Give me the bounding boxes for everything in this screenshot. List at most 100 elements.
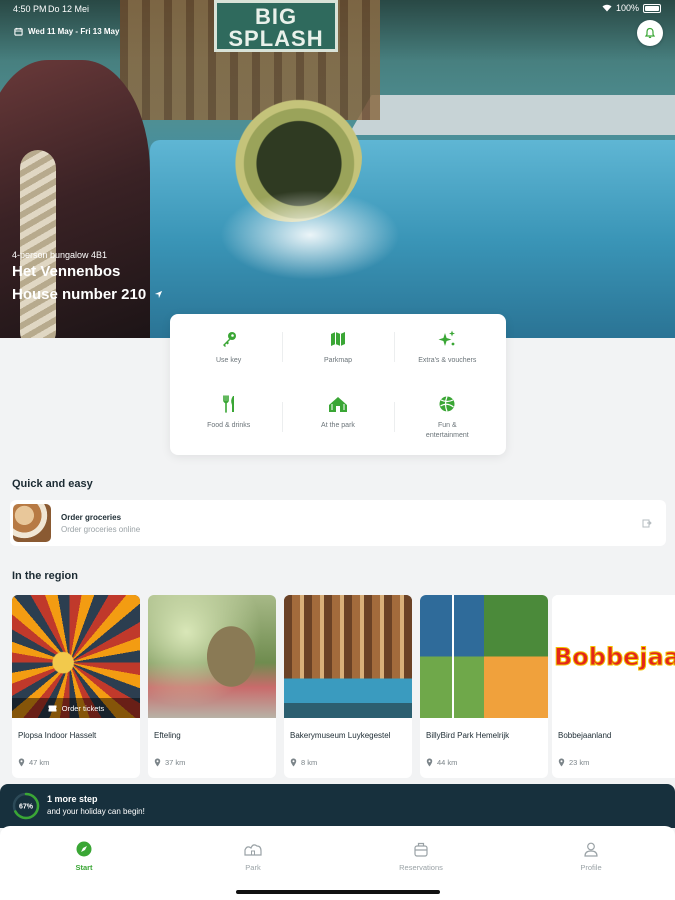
region-title: In the region bbox=[12, 570, 78, 582]
ticket-icon bbox=[48, 705, 57, 711]
region-card-name: Bakerymuseum Luykegestel bbox=[290, 731, 391, 740]
splash-shape bbox=[220, 190, 400, 280]
battery-icon bbox=[643, 3, 661, 13]
notifications-button[interactable] bbox=[637, 20, 663, 46]
key-icon bbox=[222, 332, 236, 347]
navigate-arrow-icon bbox=[155, 290, 163, 299]
region-card-distance: 44 km bbox=[420, 758, 548, 767]
distance-value: 23 km bbox=[569, 758, 590, 767]
region-card-distance: 47 km bbox=[12, 758, 140, 767]
action-fun-entertainment[interactable]: Fun & entertainment bbox=[393, 385, 502, 450]
checkin-progress-banner[interactable]: 67% 1 more step and your holiday can beg… bbox=[0, 784, 675, 828]
location-pin-icon bbox=[154, 758, 161, 767]
action-label: Use key bbox=[216, 357, 242, 364]
action-label: Parkmap bbox=[323, 357, 352, 364]
action-food-drinks[interactable]: Food & drinks bbox=[174, 385, 283, 450]
stay-dates-label: Wed 11 May - Fri 13 May bbox=[28, 27, 120, 36]
cutlery-icon bbox=[222, 394, 234, 413]
tab-label: Park bbox=[245, 863, 261, 872]
status-right: 100% bbox=[602, 3, 661, 13]
map-icon bbox=[330, 332, 345, 346]
action-label: Fun & entertainment bbox=[425, 421, 469, 439]
action-at-the-park[interactable]: At the park bbox=[283, 385, 392, 450]
house-number: House number 210 bbox=[12, 286, 147, 303]
region-card-bakerymuseum[interactable]: Bakerymuseum Luykegestel 8 km bbox=[284, 595, 412, 778]
region-card-name: Efteling bbox=[154, 731, 181, 740]
action-label: Extra's & vouchers bbox=[418, 357, 477, 364]
region-card-name: Plopsa Indoor Hasselt bbox=[18, 731, 97, 740]
region-carousel[interactable]: Order tickets Plopsa Indoor Hasselt 47 k… bbox=[12, 595, 675, 780]
tab-park[interactable]: Park bbox=[213, 840, 293, 872]
region-card-distance: 23 km bbox=[552, 758, 675, 767]
tab-label: Start bbox=[75, 863, 93, 872]
groceries-thumbnail bbox=[13, 504, 51, 542]
distance-value: 47 km bbox=[29, 758, 50, 767]
action-label: At the park bbox=[321, 421, 355, 429]
sparkle-icon bbox=[438, 330, 456, 346]
accommodation-info: 4-person bungalow 4B1 Het Vennenbos Hous… bbox=[12, 250, 163, 303]
order-tickets-chip[interactable]: Order tickets bbox=[12, 698, 140, 718]
status-time: 4:50 PM bbox=[13, 4, 47, 14]
region-card-billybird[interactable]: BillyBird Park Hemelrijk 44 km bbox=[420, 595, 548, 778]
location-pin-icon bbox=[18, 758, 25, 767]
quick-easy-title: Quick and easy bbox=[12, 478, 93, 490]
region-card-efteling[interactable]: Efteling 37 km bbox=[148, 595, 276, 778]
progress-subtitle: and your holiday can begin! bbox=[47, 807, 145, 816]
battery-percent: 100% bbox=[615, 3, 639, 13]
tab-reservations[interactable]: Reservations bbox=[381, 840, 461, 872]
efteling-image bbox=[148, 595, 276, 718]
plopsa-image: Order tickets bbox=[12, 595, 140, 718]
distance-value: 8 km bbox=[301, 758, 318, 767]
compass-icon bbox=[76, 841, 92, 857]
bottom-tab-bar: Start Park Reservations Profile bbox=[0, 826, 675, 900]
external-link-icon bbox=[642, 519, 652, 528]
house-number-link[interactable]: House number 210 bbox=[12, 286, 163, 303]
bobbejaanland-image: Bobbejaanland bbox=[552, 595, 675, 718]
tab-label: Profile bbox=[580, 863, 602, 872]
groceries-title: Order groceries bbox=[61, 512, 122, 522]
progress-title: 1 more step bbox=[47, 794, 98, 804]
region-card-bobbejaanland[interactable]: Bobbejaanland Bobbejaanland 23 km bbox=[552, 595, 675, 778]
order-tickets-label: Order tickets bbox=[61, 703, 105, 713]
home-indicator[interactable] bbox=[236, 890, 440, 894]
action-parkmap[interactable]: Parkmap bbox=[283, 320, 392, 385]
distance-value: 37 km bbox=[165, 758, 186, 767]
rope-shape bbox=[20, 150, 56, 338]
distance-value: 44 km bbox=[437, 758, 458, 767]
beach-ball-icon bbox=[439, 395, 455, 412]
park-icon bbox=[244, 844, 262, 856]
bakerymuseum-image bbox=[284, 595, 412, 718]
region-card-distance: 8 km bbox=[284, 758, 412, 767]
status-date: Do 12 Mei bbox=[48, 4, 90, 14]
action-use-key[interactable]: Use key bbox=[174, 320, 283, 385]
park-name: Het Vennenbos bbox=[12, 263, 121, 280]
profile-icon bbox=[584, 842, 598, 857]
suitcase-icon bbox=[414, 842, 428, 857]
bobbejaanland-logo: Bobbejaanland bbox=[554, 642, 675, 671]
status-bar: 4:50 PM Do 12 Mei 100% bbox=[0, 0, 675, 18]
location-pin-icon bbox=[290, 758, 297, 767]
bell-icon bbox=[644, 27, 656, 39]
tab-label: Reservations bbox=[399, 863, 443, 872]
tab-start[interactable]: Start bbox=[44, 840, 124, 872]
progress-percent: 67% bbox=[19, 804, 34, 811]
quick-actions-card: Use key Parkmap Extra's & vouchers Food … bbox=[170, 314, 506, 455]
pool-deck-shape bbox=[348, 95, 675, 135]
region-card-distance: 37 km bbox=[148, 758, 276, 767]
region-card-plopsa[interactable]: Order tickets Plopsa Indoor Hasselt 47 k… bbox=[12, 595, 140, 778]
progress-ring: 67% bbox=[12, 792, 40, 820]
accommodation-type: 4-person bungalow 4B1 bbox=[12, 250, 108, 260]
location-pin-icon bbox=[426, 758, 433, 767]
action-extras-vouchers[interactable]: Extra's & vouchers bbox=[393, 320, 502, 385]
calendar-icon bbox=[14, 27, 23, 36]
groceries-subtitle: Order groceries online bbox=[61, 524, 141, 534]
stay-dates[interactable]: Wed 11 May - Fri 13 May bbox=[14, 27, 119, 36]
billybird-image bbox=[420, 595, 548, 718]
park-home-icon bbox=[328, 396, 347, 412]
region-card-name: BillyBird Park Hemelrijk bbox=[426, 731, 510, 740]
location-pin-icon bbox=[558, 758, 565, 767]
action-label: Food & drinks bbox=[207, 421, 251, 429]
order-groceries-item[interactable]: Order groceries Order groceries online bbox=[10, 500, 666, 546]
wifi-icon bbox=[602, 4, 612, 12]
tab-profile[interactable]: Profile bbox=[551, 840, 631, 872]
